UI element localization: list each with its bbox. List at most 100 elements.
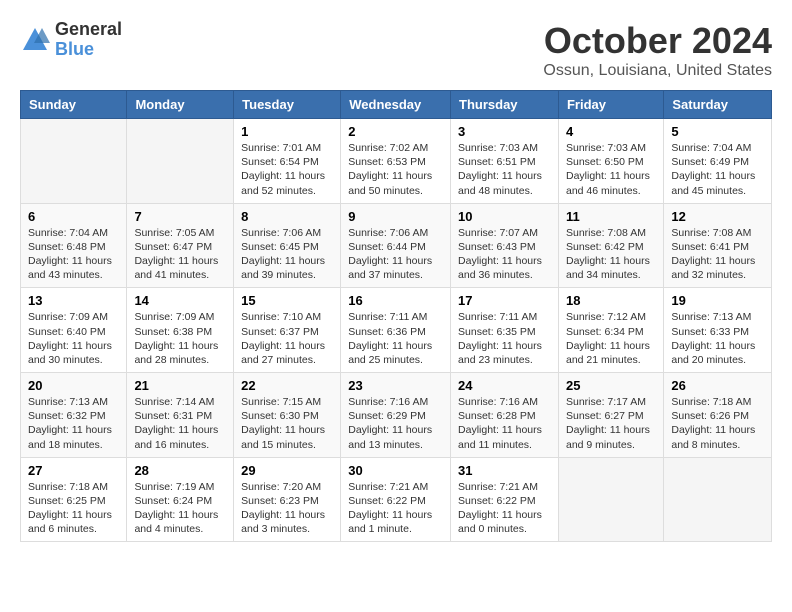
calendar-header-tuesday: Tuesday	[234, 91, 341, 119]
day-info: Sunrise: 7:07 AM Sunset: 6:43 PM Dayligh…	[458, 226, 551, 283]
day-number: 28	[134, 463, 226, 478]
calendar-cell: 25Sunrise: 7:17 AM Sunset: 6:27 PM Dayli…	[558, 373, 663, 458]
day-info: Sunrise: 7:04 AM Sunset: 6:49 PM Dayligh…	[671, 141, 764, 198]
day-info: Sunrise: 7:02 AM Sunset: 6:53 PM Dayligh…	[348, 141, 443, 198]
day-number: 3	[458, 124, 551, 139]
calendar-cell: 21 Sunrise: 7:14 AM Sunset: 6:31 PM Dayli…	[127, 373, 234, 458]
day-info: Sunrise: 7:21 AM Sunset: 6:22 PM Dayligh…	[458, 480, 551, 537]
calendar-cell: 15 Sunrise: 7:10 AM Sunset: 6:37 PM Dayli…	[234, 288, 341, 373]
day-info: Sunrise: 7:11 AM Sunset: 6:36 PM Dayligh…	[348, 310, 443, 367]
calendar-week-row: 20 Sunrise: 7:13 AM Sunset: 6:32 PM Dayli…	[21, 373, 772, 458]
day-number: 10	[458, 209, 551, 224]
day-info: Sunrise: 7:10 AM Sunset: 6:37 PM Dayligh…	[241, 310, 333, 367]
calendar-cell: 20 Sunrise: 7:13 AM Sunset: 6:32 PM Dayli…	[21, 373, 127, 458]
day-info: Sunrise: 7:18 AM Sunset: 6:25 PM Dayligh…	[28, 480, 119, 537]
day-info: Sunrise: 7:09 AM Sunset: 6:38 PM Dayligh…	[134, 310, 226, 367]
day-info: Sunrise: 7:11 AM Sunset: 6:35 PM Dayligh…	[458, 310, 551, 367]
title-block: October 2024 Ossun, Louisiana, United St…	[543, 20, 772, 80]
calendar-cell: 5 Sunrise: 7:04 AM Sunset: 6:49 PM Daylig…	[664, 119, 772, 204]
day-info: Sunrise: 7:13 AM Sunset: 6:33 PM Dayligh…	[671, 310, 764, 367]
day-info: Sunrise: 7:08 AM Sunset: 6:42 PM Dayligh…	[566, 226, 656, 283]
day-info: Sunrise: 7:05 AM Sunset: 6:47 PM Dayligh…	[134, 226, 226, 283]
day-number: 1	[241, 124, 333, 139]
location: Ossun, Louisiana, United States	[543, 62, 772, 80]
calendar-cell: 9Sunrise: 7:06 AM Sunset: 6:44 PM Daylig…	[341, 203, 451, 288]
calendar-cell: 6 Sunrise: 7:04 AM Sunset: 6:48 PM Daylig…	[21, 203, 127, 288]
day-info: Sunrise: 7:12 AM Sunset: 6:34 PM Dayligh…	[566, 310, 656, 367]
calendar-cell: 26 Sunrise: 7:18 AM Sunset: 6:26 PM Dayli…	[664, 373, 772, 458]
calendar-cell: 23 Sunrise: 7:16 AM Sunset: 6:29 PM Dayli…	[341, 373, 451, 458]
calendar-cell: 1Sunrise: 7:01 AM Sunset: 6:54 PM Daylig…	[234, 119, 341, 204]
day-info: Sunrise: 7:08 AM Sunset: 6:41 PM Dayligh…	[671, 226, 764, 283]
calendar-cell	[127, 119, 234, 204]
calendar-header-thursday: Thursday	[451, 91, 559, 119]
calendar-table: SundayMondayTuesdayWednesdayThursdayFrid…	[20, 90, 772, 542]
day-info: Sunrise: 7:21 AM Sunset: 6:22 PM Dayligh…	[348, 480, 443, 537]
day-info: Sunrise: 7:03 AM Sunset: 6:51 PM Dayligh…	[458, 141, 551, 198]
day-info: Sunrise: 7:04 AM Sunset: 6:48 PM Dayligh…	[28, 226, 119, 283]
day-number: 5	[671, 124, 764, 139]
day-number: 26	[671, 378, 764, 393]
logo-general-text: General	[55, 20, 122, 40]
calendar-header-row: SundayMondayTuesdayWednesdayThursdayFrid…	[21, 91, 772, 119]
page-header: General Blue October 2024 Ossun, Louisia…	[20, 20, 772, 80]
day-number: 9	[348, 209, 443, 224]
day-number: 20	[28, 378, 119, 393]
calendar-cell: 3 Sunrise: 7:03 AM Sunset: 6:51 PM Daylig…	[451, 119, 559, 204]
calendar-week-row: 27 Sunrise: 7:18 AM Sunset: 6:25 PM Dayli…	[21, 457, 772, 542]
day-number: 13	[28, 293, 119, 308]
calendar-header-monday: Monday	[127, 91, 234, 119]
calendar-cell: 14 Sunrise: 7:09 AM Sunset: 6:38 PM Dayli…	[127, 288, 234, 373]
day-number: 8	[241, 209, 333, 224]
day-number: 23	[348, 378, 443, 393]
day-info: Sunrise: 7:14 AM Sunset: 6:31 PM Dayligh…	[134, 395, 226, 452]
day-number: 21	[134, 378, 226, 393]
calendar-cell	[21, 119, 127, 204]
calendar-cell: 17Sunrise: 7:11 AM Sunset: 6:35 PM Dayli…	[451, 288, 559, 373]
calendar-cell: 31 Sunrise: 7:21 AM Sunset: 6:22 PM Dayli…	[451, 457, 559, 542]
day-number: 14	[134, 293, 226, 308]
day-number: 6	[28, 209, 119, 224]
day-info: Sunrise: 7:03 AM Sunset: 6:50 PM Dayligh…	[566, 141, 656, 198]
day-number: 15	[241, 293, 333, 308]
day-info: Sunrise: 7:13 AM Sunset: 6:32 PM Dayligh…	[28, 395, 119, 452]
logo-blue-text: Blue	[55, 40, 122, 60]
calendar-cell: 18Sunrise: 7:12 AM Sunset: 6:34 PM Dayli…	[558, 288, 663, 373]
day-number: 19	[671, 293, 764, 308]
day-info: Sunrise: 7:15 AM Sunset: 6:30 PM Dayligh…	[241, 395, 333, 452]
logo: General Blue	[20, 20, 122, 60]
day-info: Sunrise: 7:09 AM Sunset: 6:40 PM Dayligh…	[28, 310, 119, 367]
calendar-header-sunday: Sunday	[21, 91, 127, 119]
calendar-cell: 11 Sunrise: 7:08 AM Sunset: 6:42 PM Dayli…	[558, 203, 663, 288]
calendar-cell: 10 Sunrise: 7:07 AM Sunset: 6:43 PM Dayli…	[451, 203, 559, 288]
day-number: 27	[28, 463, 119, 478]
month-title: October 2024	[543, 20, 772, 62]
day-number: 16	[348, 293, 443, 308]
day-number: 22	[241, 378, 333, 393]
day-info: Sunrise: 7:18 AM Sunset: 6:26 PM Dayligh…	[671, 395, 764, 452]
calendar-cell: 8 Sunrise: 7:06 AM Sunset: 6:45 PM Daylig…	[234, 203, 341, 288]
calendar-cell: 28 Sunrise: 7:19 AM Sunset: 6:24 PM Dayli…	[127, 457, 234, 542]
calendar-week-row: 13 Sunrise: 7:09 AM Sunset: 6:40 PM Dayli…	[21, 288, 772, 373]
calendar-cell: 7Sunrise: 7:05 AM Sunset: 6:47 PM Daylig…	[127, 203, 234, 288]
day-info: Sunrise: 7:06 AM Sunset: 6:45 PM Dayligh…	[241, 226, 333, 283]
day-number: 4	[566, 124, 656, 139]
day-info: Sunrise: 7:19 AM Sunset: 6:24 PM Dayligh…	[134, 480, 226, 537]
day-info: Sunrise: 7:16 AM Sunset: 6:29 PM Dayligh…	[348, 395, 443, 452]
calendar-cell: 24Sunrise: 7:16 AM Sunset: 6:28 PM Dayli…	[451, 373, 559, 458]
day-number: 11	[566, 209, 656, 224]
calendar-week-row: 6 Sunrise: 7:04 AM Sunset: 6:48 PM Daylig…	[21, 203, 772, 288]
calendar-cell: 19 Sunrise: 7:13 AM Sunset: 6:33 PM Dayli…	[664, 288, 772, 373]
logo-icon	[20, 25, 50, 55]
day-info: Sunrise: 7:17 AM Sunset: 6:27 PM Dayligh…	[566, 395, 656, 452]
day-info: Sunrise: 7:16 AM Sunset: 6:28 PM Dayligh…	[458, 395, 551, 452]
calendar-header-saturday: Saturday	[664, 91, 772, 119]
calendar-cell: 4 Sunrise: 7:03 AM Sunset: 6:50 PM Daylig…	[558, 119, 663, 204]
day-number: 30	[348, 463, 443, 478]
calendar-cell: 29Sunrise: 7:20 AM Sunset: 6:23 PM Dayli…	[234, 457, 341, 542]
calendar-cell	[558, 457, 663, 542]
calendar-header-wednesday: Wednesday	[341, 91, 451, 119]
day-number: 31	[458, 463, 551, 478]
calendar-week-row: 1Sunrise: 7:01 AM Sunset: 6:54 PM Daylig…	[21, 119, 772, 204]
calendar-cell: 13 Sunrise: 7:09 AM Sunset: 6:40 PM Dayli…	[21, 288, 127, 373]
